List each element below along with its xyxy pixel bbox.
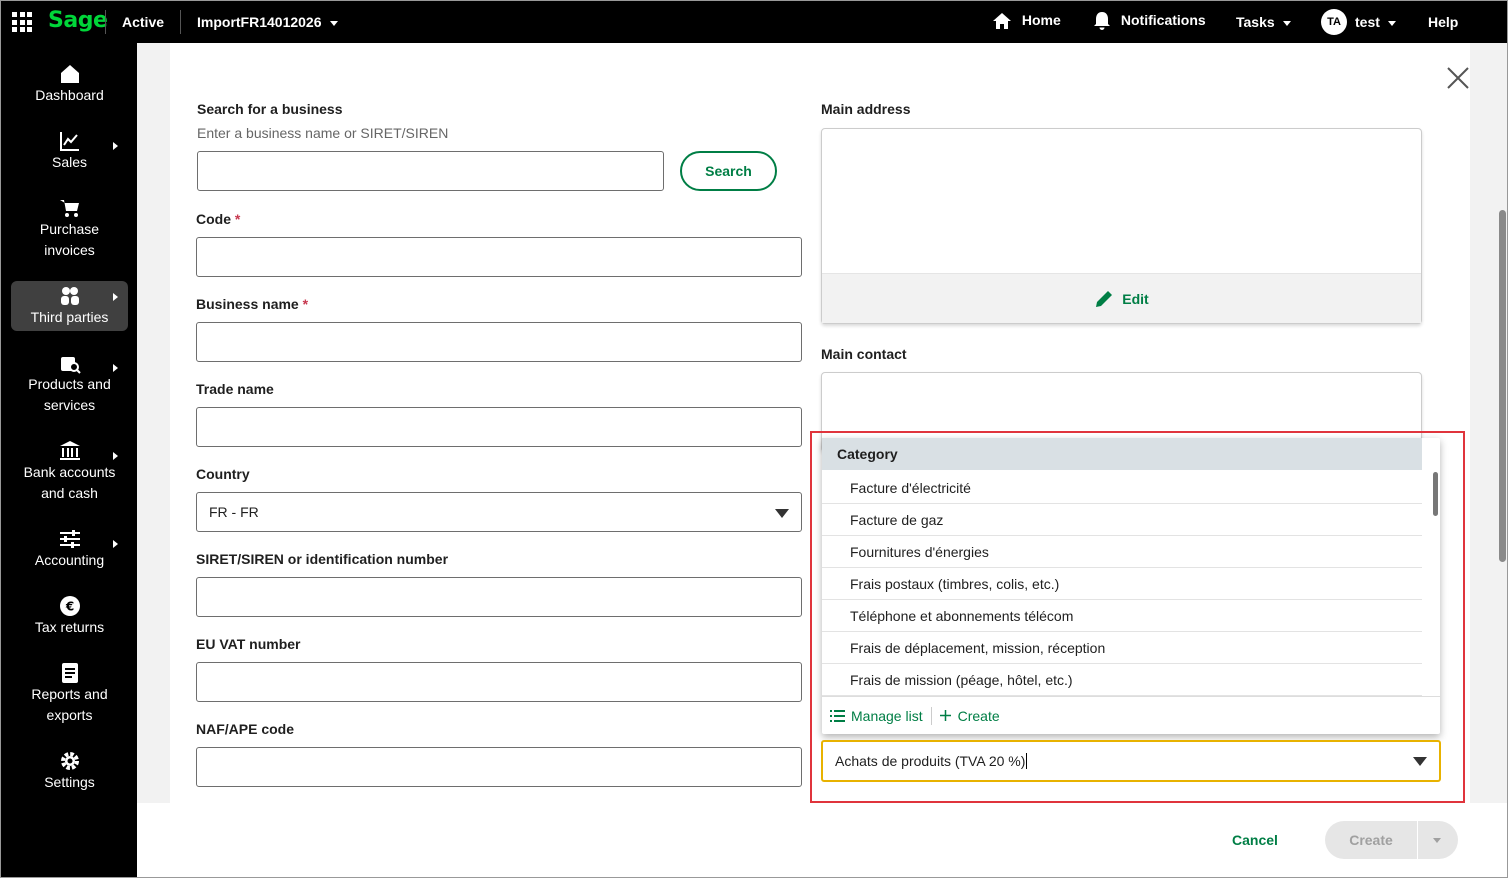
main-contact-label: Main contact [821, 346, 907, 362]
sidebar-item-label: Third parties [30, 309, 109, 325]
home-label: Home [1021, 11, 1061, 28]
annotation-highlight-box [810, 431, 1465, 803]
search-business-input[interactable] [197, 151, 664, 191]
sidebar-item-label: Reports and [31, 686, 108, 702]
sidebar-item-reports-exports[interactable]: Reports and exports [11, 662, 128, 726]
cancel-button[interactable]: Cancel [1232, 832, 1278, 848]
user-menu[interactable]: test [1355, 14, 1396, 30]
document-icon [61, 663, 78, 683]
box-search-icon [60, 357, 81, 374]
business-name-label: Business name * [196, 296, 309, 312]
sidebar-item-bank-accounts[interactable]: Bank accounts and cash [11, 440, 128, 504]
sidebar-item-settings[interactable]: Settings [11, 750, 128, 793]
create-button[interactable]: Create [1325, 821, 1417, 859]
edit-label: Edit [1122, 290, 1149, 307]
sidebar-item-label: Purchase [39, 221, 100, 237]
divider [105, 10, 106, 34]
vat-label: EU VAT number [196, 636, 301, 652]
sidebar-item-sales[interactable]: Sales [11, 130, 128, 173]
sidebar-item-third-parties[interactable]: Third parties [11, 281, 128, 331]
sidebar-item-label: Bank accounts [23, 464, 116, 480]
chart-line-icon [59, 132, 79, 151]
sidebar-item-purchase-invoices[interactable]: Purchase invoices [11, 197, 128, 261]
chevron-right-icon [113, 364, 118, 372]
euro-coin-icon: € [59, 596, 80, 616]
footer-bar [137, 803, 1508, 878]
pencil-icon [1096, 290, 1113, 307]
chevron-down-icon [329, 20, 338, 26]
divider [180, 10, 181, 34]
sidebar-item-tax-returns[interactable]: € Tax returns [11, 595, 128, 638]
user-name: test [1355, 14, 1380, 30]
country-value: FR - FR [209, 504, 259, 520]
page-scrollbar[interactable] [1499, 210, 1506, 562]
sidebar-item-label: Sales [51, 154, 88, 170]
sidebar-item-label: exports [46, 707, 93, 723]
sidebar: Dashboard Sales Purchase invoices Third … [0, 43, 137, 878]
country-label: Country [196, 466, 250, 482]
sidebar-item-label: services [43, 397, 96, 413]
main-address-label: Main address [821, 102, 911, 116]
top-bar: Sage Active ImportFR14012026 Home Notifi… [0, 0, 1508, 43]
vat-input[interactable] [196, 662, 802, 702]
country-select[interactable]: FR - FR [196, 492, 802, 532]
notifications-link[interactable]: Notifications [1093, 11, 1206, 31]
avatar[interactable]: TA [1321, 9, 1347, 35]
cart-icon [59, 200, 79, 217]
home-link[interactable]: Home [992, 11, 1061, 31]
siret-input[interactable] [196, 577, 802, 617]
trade-name-label: Trade name [196, 381, 274, 397]
gear-icon [60, 752, 79, 770]
sidebar-item-label: Accounting [34, 552, 105, 568]
company-name: ImportFR14012026 [197, 14, 322, 30]
tasks-label: Tasks [1236, 14, 1275, 30]
create-options-button[interactable] [1418, 821, 1458, 859]
sidebar-item-label: Settings [44, 774, 95, 790]
sidebar-item-label: invoices [44, 242, 95, 258]
status-label: Active [122, 14, 165, 30]
search-business-hint: Enter a business name or SIRET/SIREN [197, 125, 449, 141]
code-input[interactable] [196, 237, 802, 277]
home-icon [993, 13, 1011, 29]
chevron-down-icon [1282, 20, 1291, 26]
chevron-down-icon [1387, 20, 1396, 26]
sidebar-item-label: Products and [28, 376, 111, 392]
help-link[interactable]: Help [1428, 14, 1458, 30]
svg-text:€: € [64, 600, 73, 614]
chevron-right-icon [113, 142, 118, 150]
tasks-menu[interactable]: Tasks [1236, 14, 1291, 30]
sidebar-item-products-services[interactable]: Products and services [11, 352, 128, 416]
chevron-down-icon [1433, 838, 1441, 843]
naf-label: NAF/APE code [196, 721, 295, 737]
people-icon [60, 287, 79, 305]
business-name-input[interactable] [196, 322, 802, 362]
code-label: Code * [196, 211, 241, 227]
app-grid-icon[interactable] [12, 12, 32, 32]
chevron-right-icon [113, 293, 118, 301]
naf-input[interactable] [196, 747, 802, 787]
chevron-right-icon [113, 452, 118, 460]
bank-icon [59, 441, 80, 460]
sidebar-item-label: Dashboard [35, 87, 104, 103]
trade-name-input[interactable] [196, 407, 802, 447]
edit-address-button[interactable]: Edit [822, 273, 1421, 323]
home-icon [60, 65, 79, 83]
sidebar-item-label: Tax returns [34, 619, 105, 635]
company-selector[interactable]: ImportFR14012026 [197, 14, 338, 30]
search-business-label: Search for a business [197, 102, 343, 116]
bell-icon [1094, 12, 1110, 30]
close-icon[interactable] [1446, 66, 1470, 90]
main-address-card: Edit [821, 128, 1422, 324]
sidebar-item-dashboard[interactable]: Dashboard [11, 63, 128, 106]
sliders-icon [59, 530, 80, 548]
notifications-label: Notifications [1120, 11, 1206, 28]
search-button[interactable]: Search [680, 151, 777, 191]
sidebar-item-accounting[interactable]: Accounting [11, 528, 128, 571]
chevron-right-icon [113, 540, 118, 548]
dropdown-arrow-icon [775, 509, 789, 518]
siret-label: SIRET/SIREN or identification number [196, 551, 449, 567]
sidebar-item-label: and cash [41, 485, 98, 501]
sage-logo[interactable]: Sage [48, 8, 108, 33]
